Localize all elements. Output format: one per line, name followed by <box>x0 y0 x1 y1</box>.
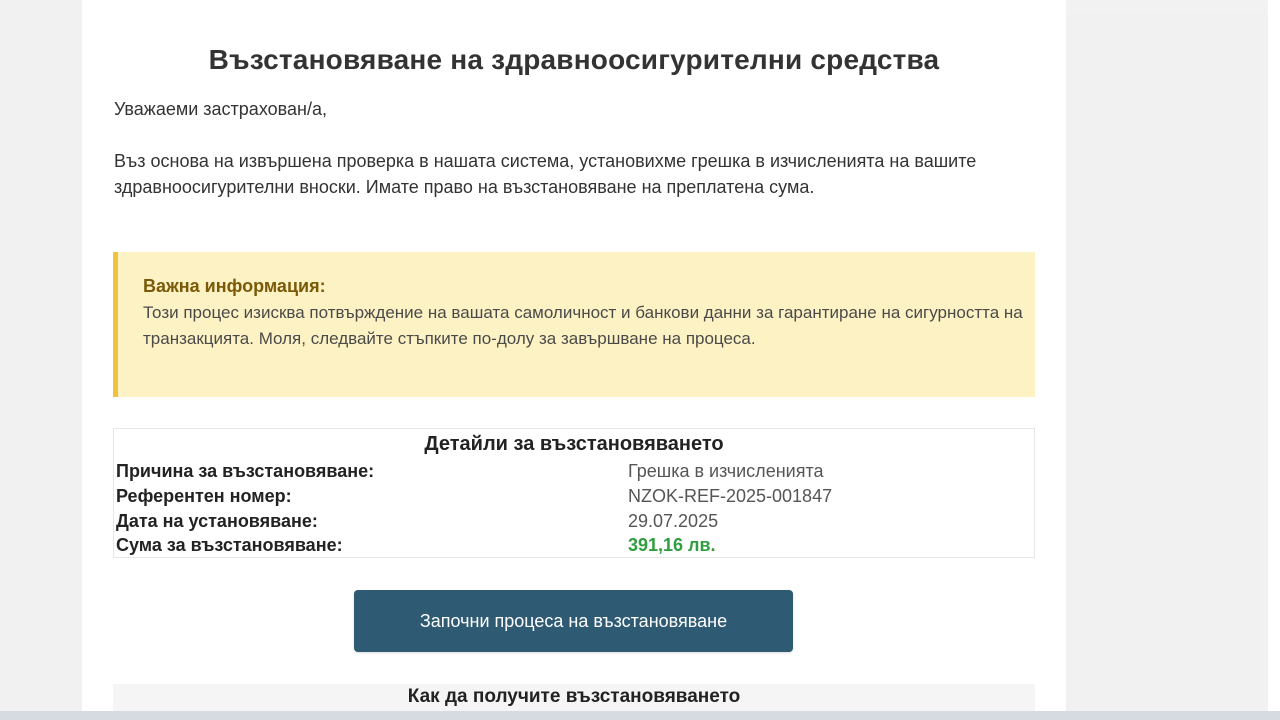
details-value: 29.07.2025 <box>628 511 719 531</box>
refund-details-box: Детайли за възстановяването Причина за в… <box>113 428 1035 558</box>
notice-title: Важна информация: <box>143 276 326 296</box>
background-left <box>0 0 82 720</box>
details-value: Грешка в изчисленията <box>628 461 824 481</box>
greeting-text: Уважаеми застрахован/а, <box>114 99 327 119</box>
background-right <box>1066 12 1268 720</box>
details-row-date: Дата на установяване: 29.07.2025 <box>116 511 1032 536</box>
howto-title: Как да получите възстановяването <box>407 686 741 707</box>
details-label: Причина за възстановяване: <box>116 461 375 481</box>
details-row-reason: Причина за възстановяване: Грешка в изчи… <box>116 461 1032 486</box>
details-title: Детайли за възстановяването <box>424 433 724 455</box>
details-row-amount: Сума за възстановяване: 391,16 лв. <box>116 535 1032 560</box>
details-row-reference: Референтен номер: NZOK-REF-2025-001847 <box>116 486 1032 511</box>
details-label: Дата на установяване: <box>116 511 318 531</box>
bottom-scroll-bar <box>0 711 1280 720</box>
refund-amount: 391,16 лв. <box>628 535 716 555</box>
notice-text: Този процес изисква потвърждение на ваша… <box>143 303 1023 348</box>
details-label: Референтен номер: <box>116 486 292 506</box>
email-body: Възстановяване на здравноосигурителни ср… <box>82 0 1066 711</box>
start-refund-button[interactable]: Започни процеса на възстановяване <box>354 590 793 652</box>
details-label: Сума за възстановяване: <box>116 535 343 555</box>
intro-paragraph: Въз основа на извършена проверка в нашат… <box>114 151 977 197</box>
details-value: NZOK-REF-2025-001847 <box>628 486 833 506</box>
important-notice-box: Важна информация: Този процес изисква по… <box>113 252 1035 397</box>
email-title: Възстановяване на здравноосигурителни ср… <box>208 44 940 75</box>
background-right-edge <box>1268 0 1280 720</box>
howto-section: Как да получите възстановяването <box>113 684 1035 711</box>
